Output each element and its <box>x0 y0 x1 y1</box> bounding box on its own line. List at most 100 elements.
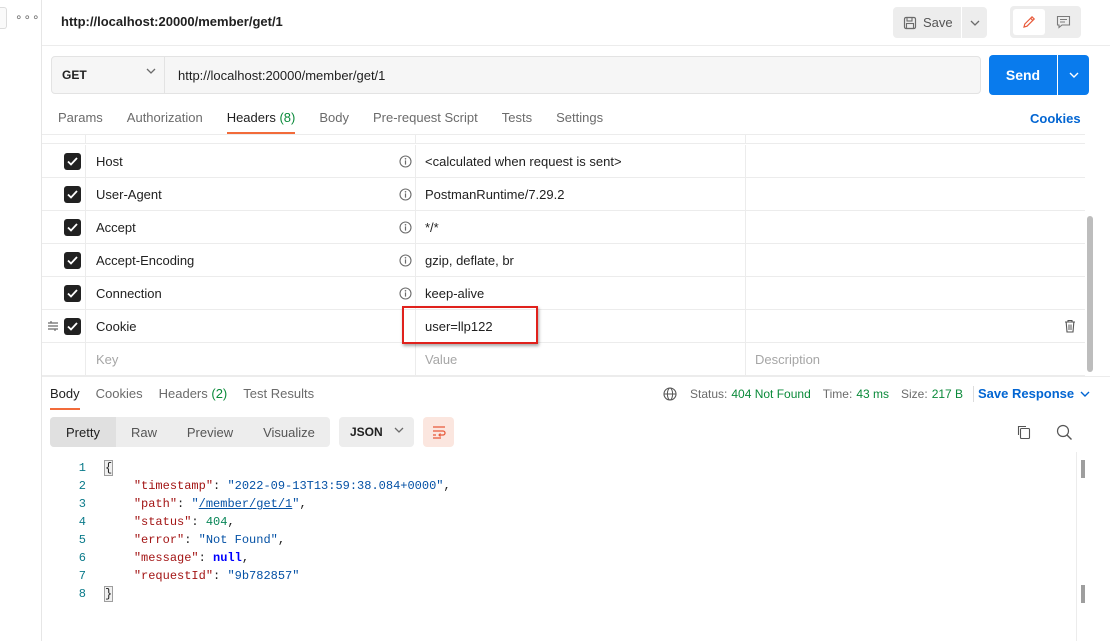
header-key[interactable]: Connection <box>96 286 162 301</box>
chevron-down-icon <box>1069 72 1078 78</box>
save-label: Save <box>923 15 953 30</box>
headers-scrollbar[interactable] <box>1087 216 1093 372</box>
tab-body[interactable]: Body <box>319 110 349 134</box>
header-checkbox[interactable] <box>64 252 81 269</box>
tab-pre-request-script[interactable]: Pre-request Script <box>373 110 478 134</box>
header-checkbox[interactable] <box>64 285 81 302</box>
header-checkbox[interactable] <box>64 318 81 335</box>
send-options-dropdown[interactable] <box>1058 55 1089 95</box>
copy-icon <box>1017 425 1031 440</box>
new-value-input[interactable]: Value <box>425 352 457 367</box>
header-value[interactable]: keep-alive <box>425 286 484 301</box>
view-mode-toggle <box>1010 6 1081 38</box>
edit-mode-button[interactable] <box>1013 9 1045 35</box>
header-key[interactable]: User-Agent <box>96 187 162 202</box>
save-response-button[interactable]: Save Response <box>978 386 1090 401</box>
code-divider <box>1076 452 1077 641</box>
header-checkbox[interactable] <box>64 219 81 236</box>
header-description[interactable] <box>746 277 1085 310</box>
tab-tests[interactable]: Tests <box>502 110 532 134</box>
header-description[interactable] <box>746 244 1085 277</box>
cookies-link[interactable]: Cookies <box>1030 111 1081 126</box>
send-button[interactable]: Send <box>989 55 1057 95</box>
code-text: "requestId": "9b782857" <box>133 569 300 583</box>
header-description[interactable] <box>746 145 1085 178</box>
checkmark-icon <box>67 157 78 166</box>
search-button[interactable] <box>1056 424 1073 444</box>
code-text: } <box>103 586 114 602</box>
header-key[interactable]: Accept <box>96 220 136 235</box>
code-line: 4 "status": 404, <box>42 513 1072 531</box>
info-icon[interactable] <box>399 221 412 234</box>
view-raw[interactable]: Raw <box>116 417 172 447</box>
response-view-modes: Pretty Raw Preview Visualize <box>50 417 330 447</box>
header-description[interactable] <box>746 211 1085 244</box>
table-row-new: Key Value Description <box>42 343 1085 376</box>
new-description-input[interactable]: Description <box>755 352 820 367</box>
header-checkbox[interactable] <box>64 153 81 170</box>
wrap-lines-button[interactable] <box>423 417 454 447</box>
header-key[interactable]: Host <box>96 154 123 169</box>
drag-handle-icon[interactable] <box>47 320 59 332</box>
view-visualize[interactable]: Visualize <box>248 417 330 447</box>
response-tab-cookies[interactable]: Cookies <box>96 386 143 410</box>
delete-icon[interactable] <box>1064 319 1076 333</box>
code-line: 2 "timestamp": "2022-09-13T13:59:38.084+… <box>42 477 1072 495</box>
info-icon[interactable] <box>399 254 412 267</box>
comments-button[interactable] <box>1047 9 1079 35</box>
line-number: 1 <box>78 461 86 475</box>
request-title[interactable]: http://localhost:20000/member/get/1 <box>61 14 283 29</box>
info-icon[interactable] <box>399 188 412 201</box>
response-tab-body[interactable]: Body <box>50 386 80 410</box>
info-icon[interactable] <box>399 287 412 300</box>
view-pretty[interactable]: Pretty <box>50 417 116 447</box>
wrap-lines-icon <box>432 426 446 439</box>
tab-authorization[interactable]: Authorization <box>127 110 203 134</box>
code-text: "status": 404, <box>133 515 235 529</box>
code-text: "path": "/member/get/1", <box>133 497 307 511</box>
copy-button[interactable] <box>1016 424 1032 443</box>
save-button[interactable]: Save <box>893 7 961 38</box>
tab-params[interactable]: Params <box>58 110 103 134</box>
comment-icon <box>1056 15 1070 29</box>
view-preview[interactable]: Preview <box>172 417 248 447</box>
header-description[interactable] <box>746 310 1085 343</box>
sidebar-collapse-handle[interactable] <box>0 7 7 29</box>
more-options-icon[interactable]: ∘∘∘ <box>15 10 41 24</box>
response-tab-headers[interactable]: Headers (2) <box>159 386 228 410</box>
url-input[interactable] <box>165 57 980 93</box>
table-row <box>42 135 1085 144</box>
line-number: 5 <box>78 533 86 547</box>
save-icon <box>903 16 917 29</box>
info-icon[interactable] <box>399 155 412 168</box>
header-value[interactable]: */* <box>425 220 439 235</box>
header-value[interactable]: PostmanRuntime/7.29.2 <box>425 187 564 202</box>
method-select[interactable]: GET <box>52 57 165 93</box>
header-key[interactable]: Cookie <box>96 319 136 334</box>
table-row: Connection keep-alive <box>42 277 1085 310</box>
tab-settings[interactable]: Settings <box>556 110 603 134</box>
code-line: 5 "error": "Not Found", <box>42 531 1072 549</box>
time-value[interactable]: 43 ms <box>856 387 889 401</box>
size-value[interactable]: 217 B <box>932 387 963 401</box>
header-value[interactable]: gzip, deflate, br <box>425 253 514 268</box>
header-value[interactable]: <calculated when request is sent> <box>425 154 622 169</box>
request-tabs: Params Authorization Headers (8) Body Pr… <box>58 110 627 134</box>
code-scrollbar-top[interactable] <box>1081 460 1085 478</box>
highlight-annotation-box <box>402 306 538 344</box>
code-scrollbar-bottom[interactable] <box>1081 585 1085 603</box>
tab-headers[interactable]: Headers (8) <box>226 110 295 134</box>
header-description[interactable] <box>746 178 1085 211</box>
new-key-input[interactable]: Key <box>96 352 118 367</box>
header-key[interactable]: Accept-Encoding <box>96 253 194 268</box>
response-body-code[interactable]: 1{2 "timestamp": "2022-09-13T13:59:38.08… <box>42 458 1082 641</box>
line-number: 8 <box>78 587 86 601</box>
line-number: 4 <box>78 515 86 529</box>
header-checkbox[interactable] <box>64 186 81 203</box>
globe-icon[interactable] <box>663 387 677 401</box>
response-tab-test-results[interactable]: Test Results <box>243 386 314 410</box>
save-options-dropdown[interactable] <box>962 7 987 38</box>
format-select[interactable]: JSON <box>339 417 414 447</box>
response-headers-count: (2) <box>211 386 228 401</box>
status-value[interactable]: 404 Not Found <box>731 387 810 401</box>
